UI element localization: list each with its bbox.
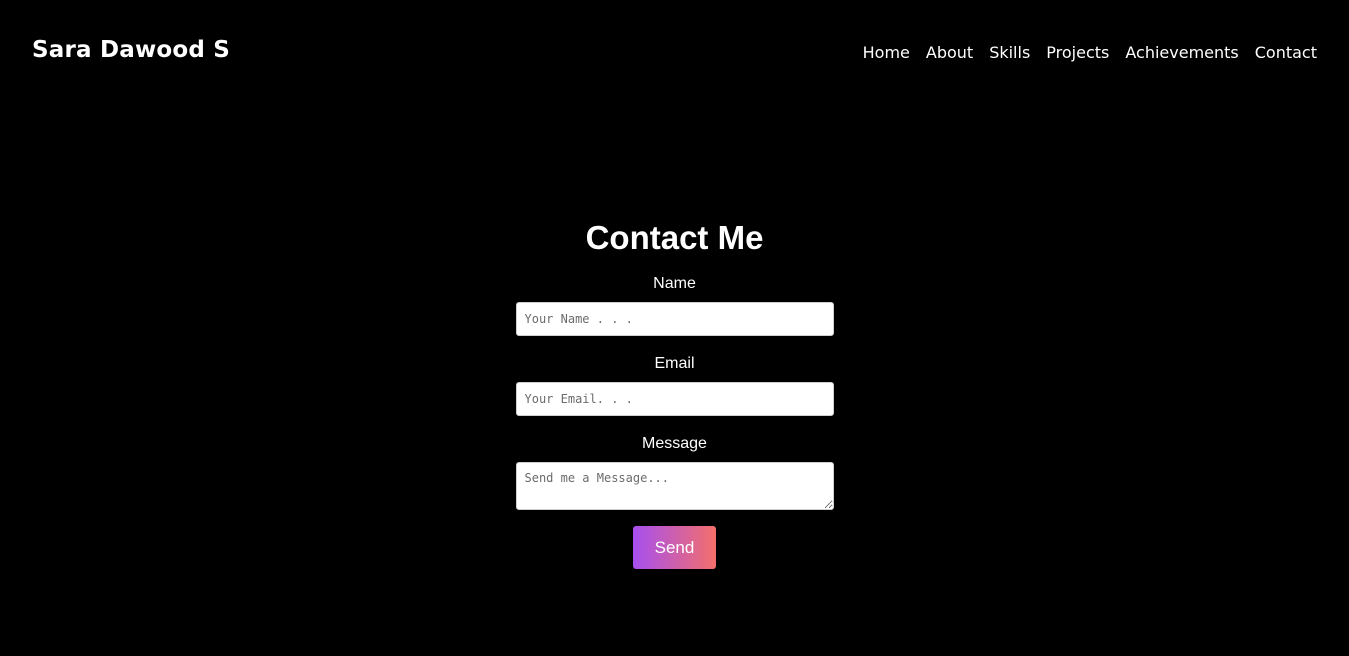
send-button[interactable]: Send [633, 526, 716, 569]
nav-link-skills[interactable]: Skills [989, 43, 1030, 62]
contact-form: Name Email Message Send [515, 274, 834, 569]
message-label: Message [642, 435, 707, 452]
main-nav: Home About Skills Projects Achievements … [863, 43, 1317, 62]
brand-logo-text[interactable]: Sara Dawood S [32, 37, 230, 63]
contact-title: Contact Me [585, 219, 764, 256]
site-header: Sara Dawood S Home About Skills Projects… [0, 0, 1349, 108]
nav-link-contact[interactable]: Contact [1255, 43, 1317, 62]
name-input[interactable] [515, 302, 834, 336]
contact-section: Contact Me Name Email Message Send [0, 216, 1349, 569]
nav-link-achievements[interactable]: Achievements [1125, 43, 1238, 62]
name-label: Name [653, 275, 696, 292]
nav-link-projects[interactable]: Projects [1046, 43, 1109, 62]
nav-link-about[interactable]: About [926, 43, 973, 62]
email-input[interactable] [515, 382, 834, 416]
email-label: Email [654, 355, 695, 372]
nav-link-home[interactable]: Home [863, 43, 910, 62]
message-textarea[interactable] [515, 462, 834, 510]
